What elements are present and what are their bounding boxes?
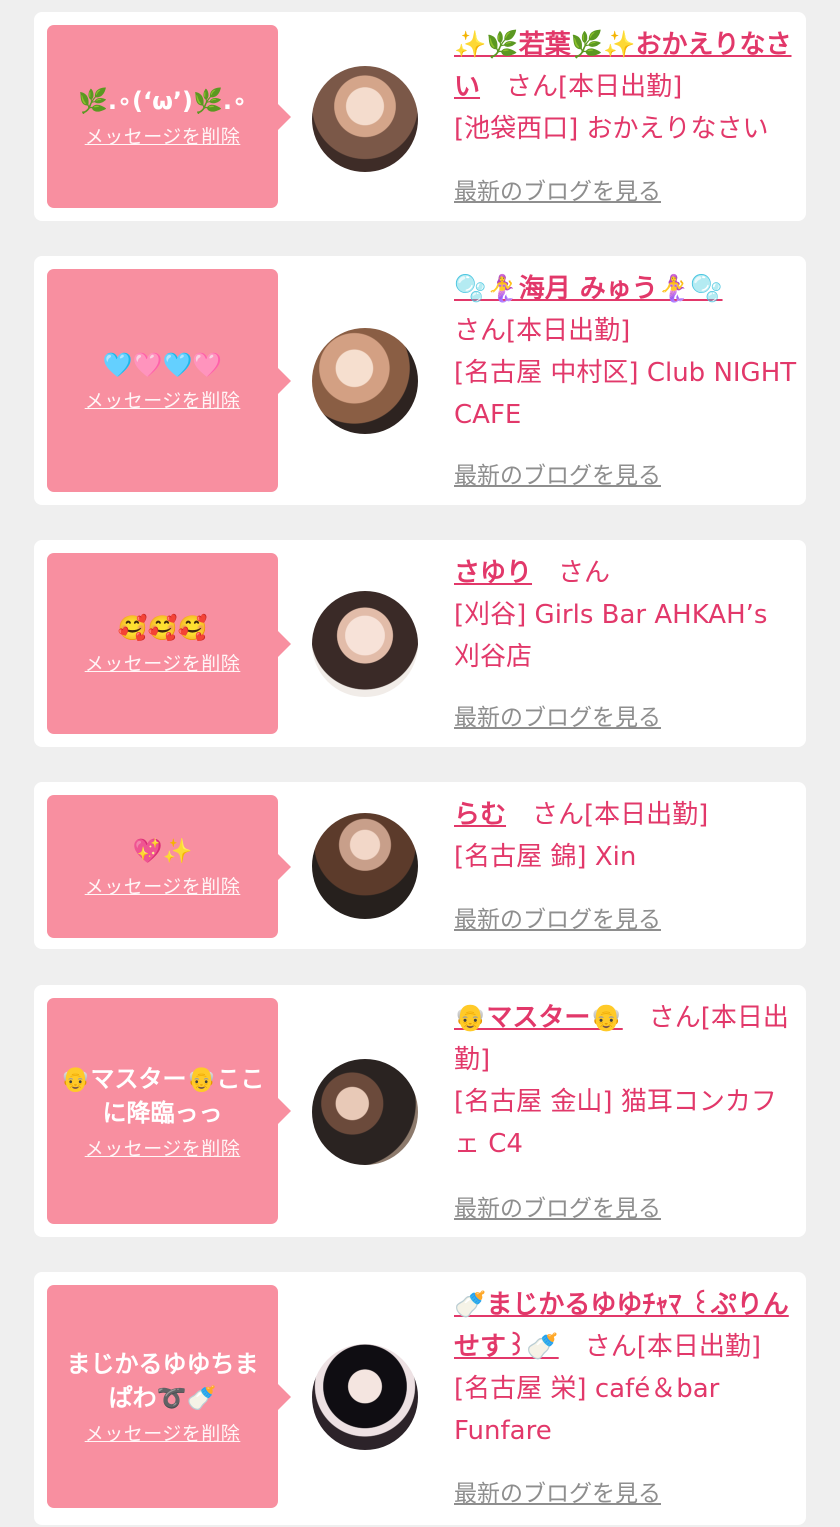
profile-info: らむ さん[本日出勤] [名古屋 錦] Xin bbox=[454, 794, 799, 878]
avatar[interactable] bbox=[312, 591, 418, 697]
message-card: 👴マスター👴ここに降臨っっ メッセージを削除 👴マスター👴 さん[本日出勤] [… bbox=[34, 985, 806, 1237]
message-card: 💖✨ メッセージを削除 らむ さん[本日出勤] [名古屋 錦] Xin 最新のブ… bbox=[34, 782, 806, 949]
message-text: まじかるゆゆちまぱわ➰🍼 bbox=[66, 1350, 259, 1412]
profile-name-link[interactable]: 🫧🧜‍♀️海月 みゅう🧜‍♀️🫧 bbox=[454, 274, 723, 304]
shop-text: [名古屋 中村区] Club NIGHT CAFE bbox=[454, 358, 797, 430]
shop-text: [池袋西口] おかえりなさい bbox=[454, 114, 769, 144]
message-bubble: 👴マスター👴ここに降臨っっ メッセージを削除 bbox=[47, 998, 291, 1224]
shop-text: [名古屋 栄] café＆bar Funfare bbox=[454, 1374, 720, 1446]
message-text: 🌿.∘(‘ω’)🌿.∘ bbox=[77, 87, 248, 115]
shop-text: [名古屋 錦] Xin bbox=[454, 842, 637, 872]
message-bubble: 🥰🥰🥰 メッセージを削除 bbox=[47, 553, 291, 734]
delete-message-link[interactable]: メッセージを削除 bbox=[85, 649, 241, 676]
profile-name-link[interactable]: さゆり bbox=[454, 558, 532, 588]
latest-blog-link[interactable]: 最新のブログを見る bbox=[454, 456, 661, 490]
message-text: 👴マスター👴ここに降臨っっ bbox=[60, 1064, 265, 1127]
latest-blog-link[interactable]: 最新のブログを見る bbox=[454, 1474, 661, 1508]
message-bubble: 🌿.∘(‘ω’)🌿.∘ メッセージを削除 bbox=[47, 25, 291, 208]
latest-blog-link[interactable]: 最新のブログを見る bbox=[454, 900, 661, 934]
message-text: 🥰🥰🥰 bbox=[117, 614, 208, 642]
message-card: 🥰🥰🥰 メッセージを削除 さゆり さん [刈谷] Girls Bar AHKAH… bbox=[34, 540, 806, 747]
delete-message-link[interactable]: メッセージを削除 bbox=[85, 122, 241, 149]
message-bubble: まじかるゆゆちまぱわ➰🍼 メッセージを削除 bbox=[47, 1285, 291, 1508]
status-text: さん[本日出勤] bbox=[558, 1332, 761, 1362]
profile-info: 🍼まじかるゆゆﾁｬﾏ ꒰ぷりんせす꒱🍼 さん[本日出勤] [名古屋 栄] caf… bbox=[454, 1284, 799, 1452]
delete-message-link[interactable]: メッセージを削除 bbox=[85, 1134, 241, 1161]
shop-text: [刈谷] Girls Bar AHKAH’s 刈谷店 bbox=[454, 600, 768, 672]
status-text: さん[本日出勤] bbox=[480, 72, 683, 102]
latest-blog-link[interactable]: 最新のブログを見る bbox=[454, 698, 661, 732]
message-card: 🌿.∘(‘ω’)🌿.∘ メッセージを削除 ✨🌿若葉🌿✨おかえりなさい さん[本日… bbox=[34, 12, 806, 221]
message-text: 💖✨ bbox=[132, 837, 193, 865]
message-card: 🩵🩷🩵🩷 メッセージを削除 🫧🧜‍♀️海月 みゅう🧜‍♀️🫧 さん[本日出勤] … bbox=[34, 256, 806, 505]
status-text: さん[本日出勤] bbox=[506, 800, 709, 830]
status-text: さん bbox=[532, 558, 611, 588]
delete-message-link[interactable]: メッセージを削除 bbox=[85, 386, 241, 413]
avatar[interactable] bbox=[312, 1344, 418, 1450]
profile-info: 👴マスター👴 さん[本日出勤] [名古屋 金山] 猫耳コンカフェ C4 bbox=[454, 997, 799, 1165]
profile-name-link[interactable]: 👴マスター👴 bbox=[454, 1003, 623, 1033]
avatar[interactable] bbox=[312, 328, 418, 434]
status-text: さん[本日出勤] bbox=[454, 316, 631, 346]
avatar[interactable] bbox=[312, 813, 418, 919]
delete-message-link[interactable]: メッセージを削除 bbox=[85, 1419, 241, 1446]
profile-info: 🫧🧜‍♀️海月 みゅう🧜‍♀️🫧 さん[本日出勤] [名古屋 中村区] Club… bbox=[454, 268, 799, 436]
message-bubble: 🩵🩷🩵🩷 メッセージを削除 bbox=[47, 269, 291, 492]
message-card: まじかるゆゆちまぱわ➰🍼 メッセージを削除 🍼まじかるゆゆﾁｬﾏ ꒰ぷりんせす꒱… bbox=[34, 1272, 806, 1525]
profile-info: さゆり さん [刈谷] Girls Bar AHKAH’s 刈谷店 bbox=[454, 552, 799, 678]
delete-message-link[interactable]: メッセージを削除 bbox=[85, 872, 241, 899]
avatar[interactable] bbox=[312, 1059, 418, 1165]
message-bubble: 💖✨ メッセージを削除 bbox=[47, 795, 291, 938]
latest-blog-link[interactable]: 最新のブログを見る bbox=[454, 1189, 661, 1223]
profile-name-link[interactable]: らむ bbox=[454, 800, 506, 830]
latest-blog-link[interactable]: 最新のブログを見る bbox=[454, 172, 661, 206]
avatar[interactable] bbox=[312, 66, 418, 172]
profile-info: ✨🌿若葉🌿✨おかえりなさい さん[本日出勤] [池袋西口] おかえりなさい bbox=[454, 24, 799, 150]
message-text: 🩵🩷🩵🩷 bbox=[102, 351, 223, 379]
shop-text: [名古屋 金山] 猫耳コンカフェ C4 bbox=[454, 1087, 777, 1159]
